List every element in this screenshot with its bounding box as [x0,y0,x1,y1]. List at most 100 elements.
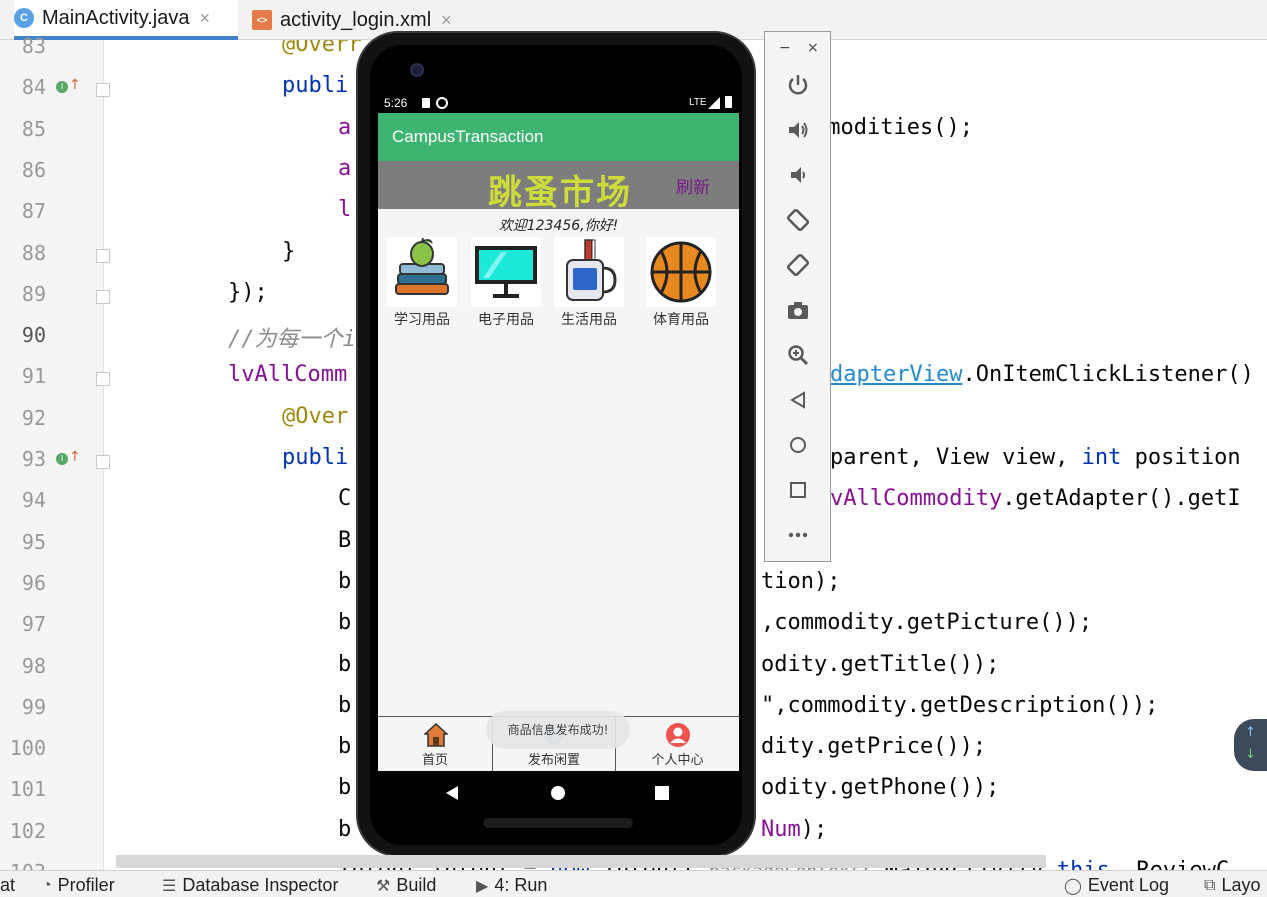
camera-icon[interactable] [785,297,811,323]
code-token: , ReviewC [1110,858,1229,870]
tool-database-inspector[interactable]: ☰ Database Inspector [162,875,338,896]
code-line-fragment: dapterView.OnItemClickListener() [830,362,1254,387]
fold-marker-icon[interactable] [96,372,110,387]
tool-label: Build [396,875,437,895]
line-number: 89 [21,281,46,306]
close-icon[interactable]: × [441,10,452,31]
tool-layout-inspector[interactable]: ⧉ Layo [1204,875,1260,896]
overview-icon[interactable] [785,477,811,503]
scroll-nav-widget[interactable]: ↑ ↓ [1234,719,1267,771]
code-token: publi [282,445,349,470]
arrow-down-icon[interactable]: ↓ [1245,747,1256,762]
implements-method-icon[interactable]: I ↑ [56,77,81,94]
line-number-gutter: 83 84 I ↑ 85 86 87 88 89 90 91 92 93 I ↑ 94 95 96 97 98 99 10… [0,34,104,884]
code-token: B [338,527,352,553]
code-token: odity.getTitle()); [761,651,1000,677]
tool-logcat[interactable]: at [0,875,15,896]
home-icon [424,723,448,747]
fold-marker-icon[interactable] [96,83,110,98]
arrow-up-icon[interactable]: ↑ [1245,725,1256,740]
database-icon: ☰ [162,877,177,895]
close-button[interactable]: × [807,40,819,56]
camera-lens-icon [410,63,424,77]
fold-marker-icon[interactable] [96,248,110,263]
emulator-toolbar: − × [764,31,831,562]
code-line: B [338,528,351,553]
code-token[interactable]: dapterView [830,362,962,387]
tool-label: Layo [1221,875,1261,895]
android-emulator: 5:26 LTE CampusTransaction 跳蚤市场 刷新 欢迎123… [356,31,756,857]
horizontal-scrollbar[interactable] [116,855,1046,868]
volume-down-icon[interactable] [785,162,811,188]
code-token: position [1121,445,1241,470]
line-number: 100 [9,736,46,761]
code-line-fragment: Num); [761,817,827,842]
line-number: 86 [21,157,46,182]
sync-icon [436,97,448,109]
back-icon[interactable] [785,387,811,413]
code-line: @Overr [282,40,361,57]
line-number: 90 [21,323,46,348]
home-icon[interactable] [785,432,811,458]
code-token: dity.getPrice()); [761,734,987,760]
category-study-supplies[interactable]: 学习用品 [384,237,460,329]
code-line: lvAllComm [228,362,347,387]
nav-label: 个人中心 [651,753,704,768]
category-sports[interactable]: 体育用品 [643,237,719,329]
nav-home[interactable]: 首页 [378,717,492,772]
category-daily-supplies[interactable]: 生活用品 [551,237,627,329]
zoom-icon[interactable] [785,342,811,368]
fold-marker-icon[interactable] [96,455,110,469]
speaker-grille [483,818,633,828]
basketball-icon [646,237,716,307]
power-icon[interactable] [785,72,811,98]
code-token: ",commodity.getDescription()); [761,692,1159,718]
rotate-left-icon[interactable] [785,207,811,233]
phone-screen[interactable]: 5:26 LTE CampusTransaction 跳蚤市场 刷新 欢迎123… [378,93,739,815]
home-icon[interactable] [548,783,568,803]
tool-window-bar: at ◔ Profiler ☰ Database Inspector ⚒ Bui… [0,870,1267,897]
code-token: a [338,114,352,140]
code-token: lvAllComm [228,362,348,388]
tool-run[interactable]: ▶ 4: Run [476,875,547,896]
tab-main-activity[interactable]: C MainActivity.java × [14,0,238,40]
line-number: 93 [21,447,46,471]
minimize-button[interactable]: − [779,40,791,56]
sd-card-icon [422,98,430,108]
tool-build[interactable]: ⚒ Build [376,875,436,896]
code-line-fragment: ",commodity.getDescription()); [761,693,1158,718]
code-token: }); [228,279,268,305]
code-token: b [338,651,352,677]
code-line: publi [282,73,348,98]
code-line: C [338,486,351,511]
refresh-button[interactable]: 刷新 [676,173,710,198]
code-line: b [338,734,351,759]
implements-method-icon[interactable]: I ↑ [56,449,81,465]
nav-profile[interactable]: 个人中心 [616,717,739,772]
code-line: }); [228,280,268,305]
overview-icon[interactable] [652,783,672,803]
nav-label: 首页 [421,753,448,768]
close-icon[interactable]: × [199,8,210,29]
code-token: b [338,692,352,718]
volume-up-icon[interactable] [785,117,811,143]
java-class-icon: C [14,8,34,28]
tool-label: Database Inspector [182,875,339,895]
welcome-text: 欢迎123456,你好! [498,218,619,234]
code-token: mmodities(); [814,114,973,140]
line-number: 85 [21,116,46,141]
fold-marker-icon[interactable] [96,289,110,304]
code-line: a [338,115,351,140]
category-electronics[interactable]: 电子用品 [468,237,544,329]
network-type: LTE [689,97,707,108]
rotate-right-icon[interactable] [785,252,811,278]
code-line: @Over [282,404,348,429]
tool-event-log[interactable]: ◯ Event Log [1064,875,1169,896]
tool-profiler[interactable]: ◔ Profiler [42,875,115,896]
back-icon[interactable] [443,783,463,803]
category-label: 生活用品 [561,312,617,328]
more-icon[interactable] [785,522,811,548]
hammer-icon: ⚒ [376,877,391,895]
code-line-fragment: ,commodity.getPicture()); [761,610,1092,635]
code-line-fragment: vAllCommodity.getAdapter().getI [830,486,1241,511]
